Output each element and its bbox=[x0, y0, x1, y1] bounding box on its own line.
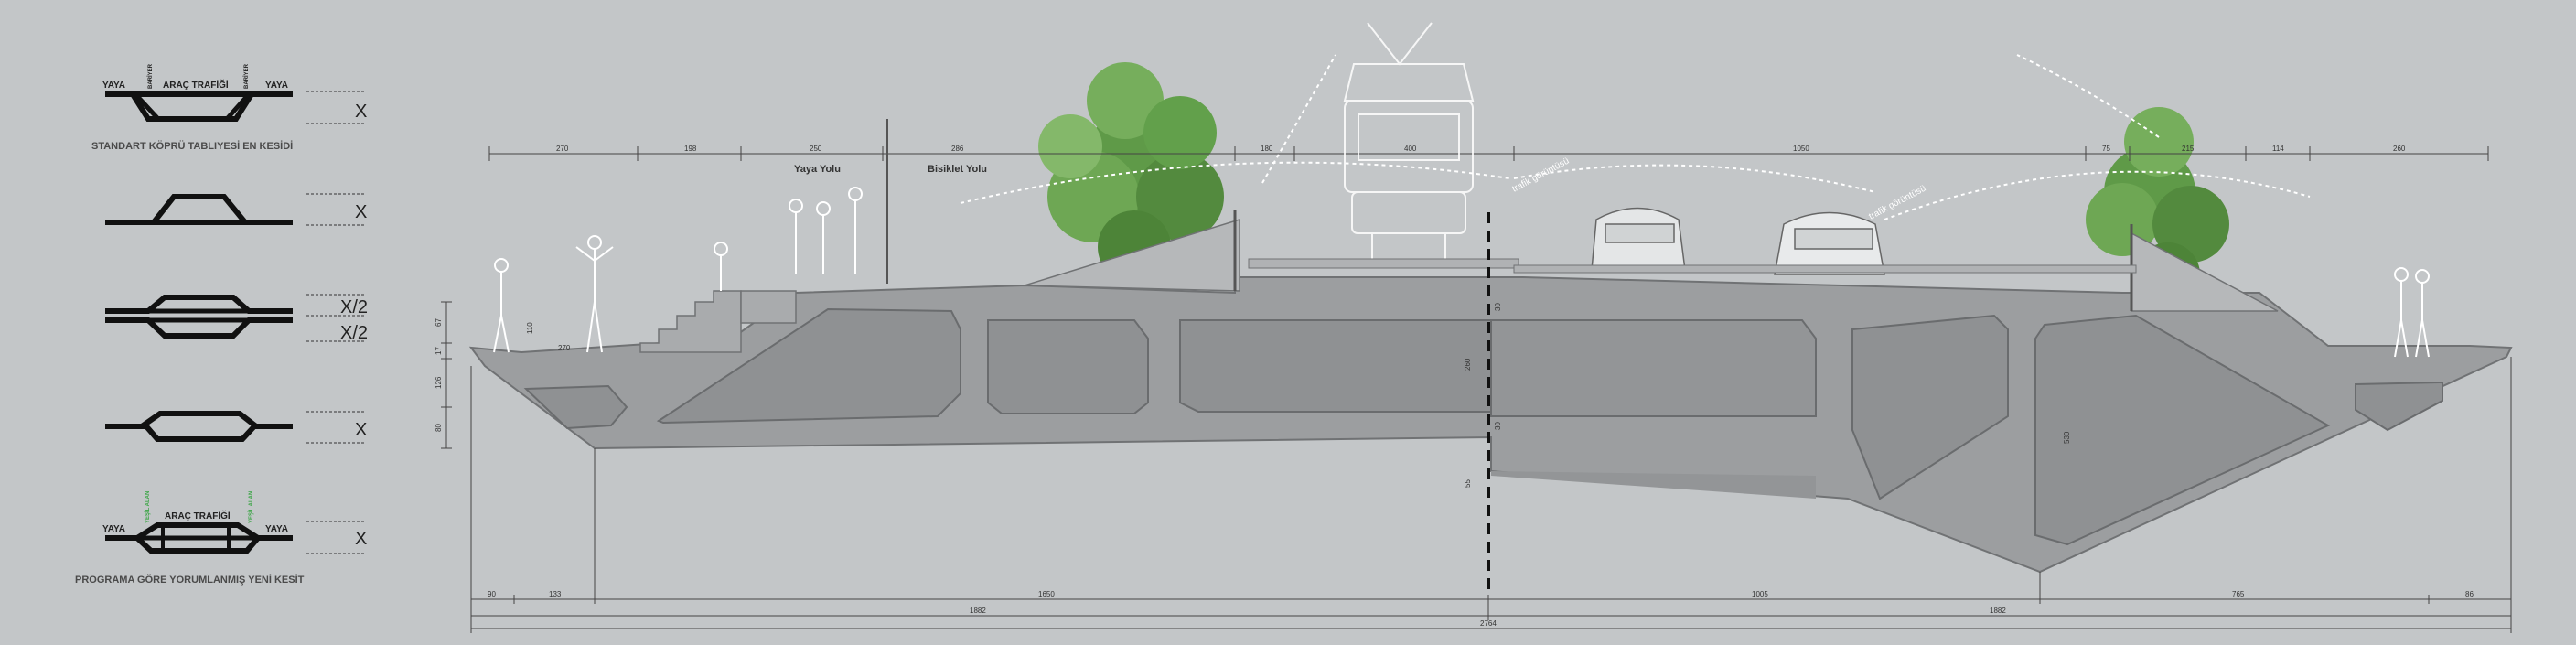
section-svg: YAYA ARAÇ TRAFİĞİ YAYA BARİYER BARİYER X… bbox=[75, 22, 2513, 633]
label-bisiklet-yolu: Bisiklet Yolu bbox=[928, 164, 987, 175]
top-dim-1: 198 bbox=[684, 145, 697, 153]
bottom-dim-4: 765 bbox=[2232, 590, 2245, 598]
legend-diagram-3 bbox=[105, 294, 366, 342]
top-dim-8: 215 bbox=[2182, 145, 2195, 153]
motion-arc-3 bbox=[1513, 164, 1876, 193]
legend-top-yaya-right: YAYA bbox=[265, 81, 288, 91]
inner-dim-3: 260 bbox=[1464, 358, 1472, 371]
legend-diagram-2 bbox=[105, 193, 366, 226]
motion-arc-1 bbox=[960, 161, 1510, 204]
legend-panel: YAYA ARAÇ TRAFİĞİ YAYA BARİYER BARİYER X… bbox=[75, 63, 368, 586]
top-dim-5: 400 bbox=[1404, 145, 1417, 153]
legend-top-arac: ARAÇ TRAFİĞİ bbox=[163, 79, 229, 91]
total-dim: 2764 bbox=[1480, 619, 1497, 628]
legend-diagram-new bbox=[105, 521, 366, 554]
people-right bbox=[2394, 267, 2430, 358]
bridge-section-drawing: YAYA ARAÇ TRAFİĞİ YAYA BARİYER BARİYER X… bbox=[0, 0, 2576, 640]
inner-dim-6: 530 bbox=[2063, 431, 2071, 444]
legend-title: STANDART KÖPRÜ TABLIYESİ EN KESİDİ bbox=[91, 140, 293, 152]
legend-bottom-arac: ARAÇ TRAFİĞİ bbox=[165, 510, 231, 521]
top-dim-0: 270 bbox=[556, 145, 569, 153]
legend-green-right: YEŞİL ALAN bbox=[248, 491, 254, 523]
bottom-dim-0: 90 bbox=[488, 590, 496, 598]
label-yaya-yolu: Yaya Yolu bbox=[794, 164, 841, 175]
legend-bottom-title: PROGRAMA GÖRE YORUMLANMIŞ YENİ KESİT bbox=[75, 574, 305, 586]
top-dim-2: 250 bbox=[810, 145, 822, 153]
top-dim-10: 260 bbox=[2393, 145, 2406, 153]
annotation-right: trafik görüntüsü bbox=[1867, 184, 1927, 222]
car-left bbox=[1591, 207, 1686, 271]
side-dim-0: 67 bbox=[435, 318, 443, 327]
top-dim-4: 180 bbox=[1261, 145, 1273, 153]
top-dim-9: 114 bbox=[2272, 145, 2284, 153]
motion-arc-2 bbox=[1261, 54, 1336, 184]
legend-mark-3a: X/2 bbox=[340, 297, 368, 317]
inner-dim-1: 110 bbox=[526, 322, 534, 334]
inner-dim-2: 30 bbox=[1494, 303, 1502, 311]
total-half-right: 1882 bbox=[1990, 607, 2006, 615]
legend-mark-3b: X/2 bbox=[340, 323, 368, 343]
road-surface-right bbox=[1513, 264, 2137, 274]
inner-dim-5: 55 bbox=[1464, 479, 1472, 488]
road-surface-left bbox=[1248, 258, 1519, 269]
main-section: 270 198 250 286 180 400 1050 75 215 114 … bbox=[435, 22, 2513, 633]
bottom-dim-1: 133 bbox=[549, 590, 562, 598]
bottom-dim-2: 1650 bbox=[1038, 590, 1055, 598]
bottom-dim-3: 1005 bbox=[1752, 590, 1768, 598]
legend-mark-1: X bbox=[355, 102, 367, 122]
top-dim-7: 75 bbox=[2102, 145, 2110, 153]
legend-diagram-4 bbox=[105, 411, 366, 444]
side-dim-1: 17 bbox=[435, 347, 443, 355]
legend-bariyer-left: BARİYER bbox=[147, 63, 154, 89]
legend-bariyer-right: BARİYER bbox=[243, 63, 250, 89]
legend-mark-4: X bbox=[355, 420, 367, 440]
legend-bottom-yaya-left: YAYA bbox=[102, 524, 125, 534]
inner-dim-4: 30 bbox=[1494, 422, 1502, 430]
inner-dim-0: 270 bbox=[558, 344, 571, 352]
bottom-dim-5: 86 bbox=[2465, 590, 2474, 598]
legend-bottom-yaya-right: YAYA bbox=[265, 524, 288, 534]
side-dim-2: 126 bbox=[435, 376, 443, 389]
total-half-left: 1882 bbox=[970, 607, 986, 615]
side-dim-3: 80 bbox=[435, 424, 443, 432]
top-dim-3: 286 bbox=[951, 145, 964, 153]
legend-diagram-standard bbox=[105, 91, 366, 124]
legend-green-left: YEŞİL ALAN bbox=[145, 491, 151, 523]
annotation-left: trafik görüntüsü bbox=[1510, 156, 1571, 195]
top-dim-6: 1050 bbox=[1793, 145, 1809, 153]
legend-top-yaya-left: YAYA bbox=[102, 81, 125, 91]
legend-mark-5: X bbox=[355, 529, 367, 549]
legend-mark-2: X bbox=[355, 202, 367, 222]
